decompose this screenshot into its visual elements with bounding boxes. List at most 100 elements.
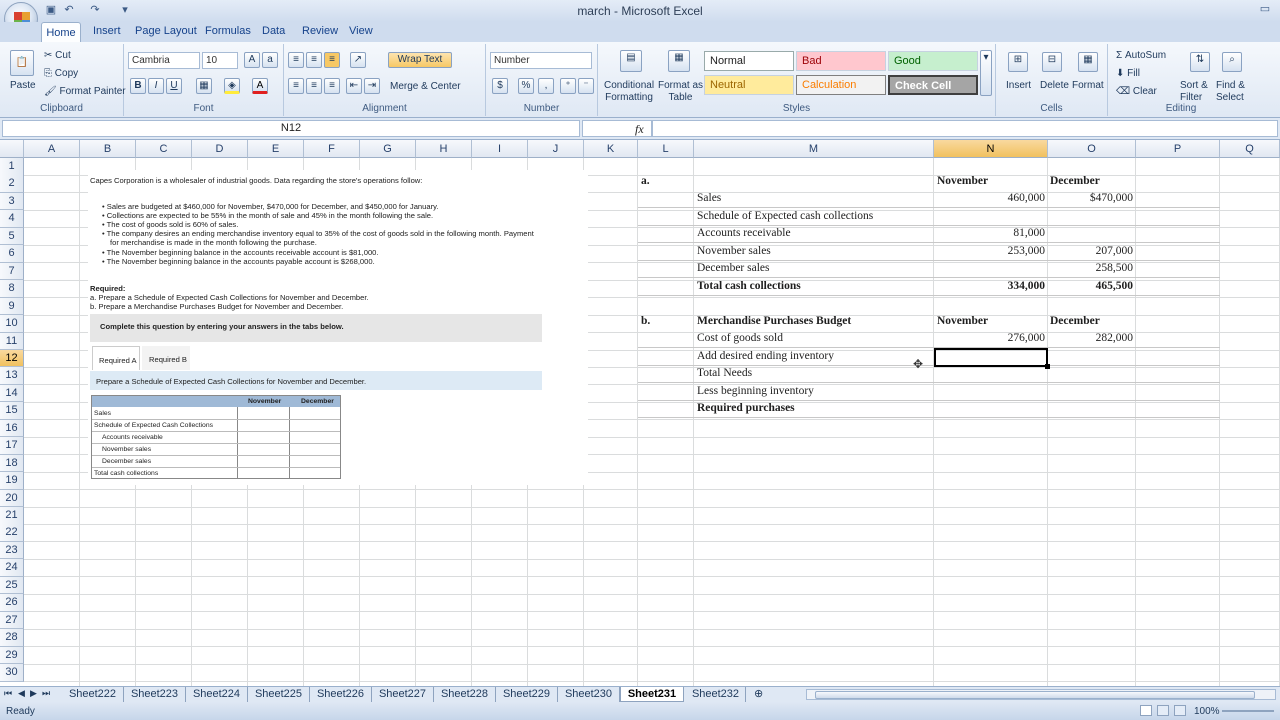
- shrink-font-icon[interactable]: a: [262, 52, 278, 68]
- row-header-24[interactable]: 24: [0, 559, 24, 577]
- row-header-7[interactable]: 7: [0, 262, 24, 281]
- style-good[interactable]: Good: [888, 51, 978, 71]
- december-value[interactable]: $470,000: [1050, 192, 1133, 204]
- column-header-k[interactable]: K: [584, 140, 638, 158]
- align-middle-icon[interactable]: ≡: [306, 52, 322, 68]
- insert-sheet-icon[interactable]: ⊕: [754, 687, 763, 700]
- column-header-o[interactable]: O: [1048, 140, 1136, 158]
- sheet-tab-sheet232[interactable]: Sheet232: [686, 687, 746, 702]
- align-center-icon[interactable]: ≡: [306, 78, 322, 94]
- delete-cells-icon[interactable]: ⊟: [1042, 52, 1062, 72]
- column-header-q[interactable]: Q: [1220, 140, 1280, 158]
- row-header-12[interactable]: 12: [0, 349, 24, 368]
- row-header-25[interactable]: 25: [0, 576, 24, 595]
- sheet-tab-sheet226[interactable]: Sheet226: [310, 687, 372, 702]
- format-cells-button[interactable]: Format: [1072, 80, 1104, 91]
- undo-icon[interactable]: ↶: [62, 4, 76, 17]
- row-header-8[interactable]: 8: [0, 280, 24, 298]
- style-neutral[interactable]: Neutral: [704, 75, 794, 95]
- december-value[interactable]: 258,500: [1050, 262, 1133, 274]
- row-header-14[interactable]: 14: [0, 384, 24, 403]
- column-header-n[interactable]: N: [934, 140, 1048, 158]
- style-bad[interactable]: Bad: [796, 51, 886, 71]
- zoom-slider[interactable]: [1222, 710, 1274, 712]
- percent-button[interactable]: %: [518, 78, 534, 94]
- column-header-b[interactable]: B: [80, 140, 136, 158]
- select-all-corner[interactable]: [0, 140, 24, 158]
- column-header-d[interactable]: D: [192, 140, 248, 158]
- december-value[interactable]: 282,000: [1050, 332, 1133, 344]
- tab-page-layout[interactable]: Page Layout: [135, 25, 197, 37]
- insert-cells-button[interactable]: Insert: [1006, 80, 1031, 91]
- november-value[interactable]: 460,000: [936, 192, 1045, 204]
- borders-icon[interactable]: ▦: [196, 78, 212, 94]
- underline-button[interactable]: U: [166, 78, 182, 94]
- number-format-select[interactable]: Number: [490, 52, 592, 69]
- customize-toolbar-icon[interactable]: ▾: [118, 4, 132, 17]
- column-header-c[interactable]: C: [136, 140, 192, 158]
- clear-button[interactable]: ⌫ Clear: [1116, 86, 1157, 97]
- format-as-table-icon[interactable]: ▦: [668, 50, 690, 72]
- row-header-17[interactable]: 17: [0, 437, 24, 455]
- tab-view[interactable]: View: [349, 25, 373, 37]
- sheet-tab-sheet222[interactable]: Sheet222: [62, 687, 124, 702]
- required-a-tab[interactable]: Required A: [92, 346, 140, 370]
- merge-center-button[interactable]: Merge & Center: [390, 81, 461, 92]
- save-icon[interactable]: ▣: [44, 4, 58, 17]
- font-color-icon[interactable]: A: [252, 78, 268, 94]
- row-header-30[interactable]: 30: [0, 664, 24, 682]
- font-name-select[interactable]: Cambria: [128, 52, 200, 69]
- required-b-tab[interactable]: Required B: [142, 346, 190, 370]
- horizontal-scrollbar[interactable]: [806, 689, 1276, 700]
- row-header-26[interactable]: 26: [0, 594, 24, 612]
- conditional-formatting-icon[interactable]: ▤: [620, 50, 642, 72]
- column-header-e[interactable]: E: [248, 140, 304, 158]
- delete-cells-button[interactable]: Delete: [1040, 80, 1069, 91]
- december-value[interactable]: 465,500: [1050, 280, 1133, 292]
- prev-sheet-icon[interactable]: ◀: [18, 688, 25, 699]
- name-box[interactable]: N12: [2, 120, 580, 137]
- style-calculation[interactable]: Calculation: [796, 75, 886, 95]
- row-header-29[interactable]: 29: [0, 646, 24, 665]
- bold-button[interactable]: B: [130, 78, 146, 94]
- zoom-level[interactable]: 100%: [1194, 706, 1220, 717]
- sheet-tab-sheet224[interactable]: Sheet224: [186, 687, 248, 702]
- row-header-5[interactable]: 5: [0, 227, 24, 246]
- sort-filter-icon[interactable]: ⇅: [1190, 52, 1210, 72]
- currency-button[interactable]: $: [492, 78, 508, 94]
- italic-button[interactable]: I: [148, 78, 164, 94]
- column-header-j[interactable]: J: [528, 140, 584, 158]
- page-break-view-icon[interactable]: [1174, 705, 1186, 716]
- format-painter-button[interactable]: 🖌 Format Painter: [44, 86, 126, 97]
- find-select-icon[interactable]: ⌕: [1222, 52, 1242, 72]
- formula-input[interactable]: [652, 120, 1278, 137]
- row-header-23[interactable]: 23: [0, 541, 24, 560]
- tab-data[interactable]: Data: [262, 25, 285, 37]
- grow-font-icon[interactable]: A: [244, 52, 260, 68]
- column-header-i[interactable]: I: [472, 140, 528, 158]
- style-normal[interactable]: Normal: [704, 51, 794, 71]
- november-value[interactable]: 276,000: [936, 332, 1045, 344]
- cut-button[interactable]: ✂ Cut: [44, 50, 71, 61]
- paste-button[interactable]: Paste: [10, 80, 36, 91]
- paste-icon[interactable]: 📋: [10, 50, 34, 76]
- sheet-tab-sheet230[interactable]: Sheet230: [558, 687, 620, 702]
- row-header-22[interactable]: 22: [0, 524, 24, 542]
- row-header-20[interactable]: 20: [0, 489, 24, 508]
- copy-button[interactable]: ⎘ Copy: [44, 68, 78, 79]
- row-header-16[interactable]: 16: [0, 419, 24, 438]
- row-header-28[interactable]: 28: [0, 629, 24, 647]
- row-header-9[interactable]: 9: [0, 297, 24, 316]
- first-sheet-icon[interactable]: ⏮: [4, 688, 12, 699]
- format-as-table-button[interactable]: Format as Table: [658, 80, 703, 104]
- row-header-1[interactable]: 1: [0, 158, 24, 176]
- sort-filter-button[interactable]: Sort & Filter: [1180, 80, 1208, 104]
- row-header-10[interactable]: 10: [0, 315, 24, 333]
- page-layout-view-icon[interactable]: [1157, 705, 1169, 716]
- redo-icon[interactable]: ↷: [88, 4, 102, 17]
- sheet-tab-sheet228[interactable]: Sheet228: [434, 687, 496, 702]
- sheet-tab-sheet229[interactable]: Sheet229: [496, 687, 558, 702]
- sheet-tab-sheet223[interactable]: Sheet223: [124, 687, 186, 702]
- november-value[interactable]: 81,000: [936, 227, 1045, 239]
- november-value[interactable]: 253,000: [936, 245, 1045, 257]
